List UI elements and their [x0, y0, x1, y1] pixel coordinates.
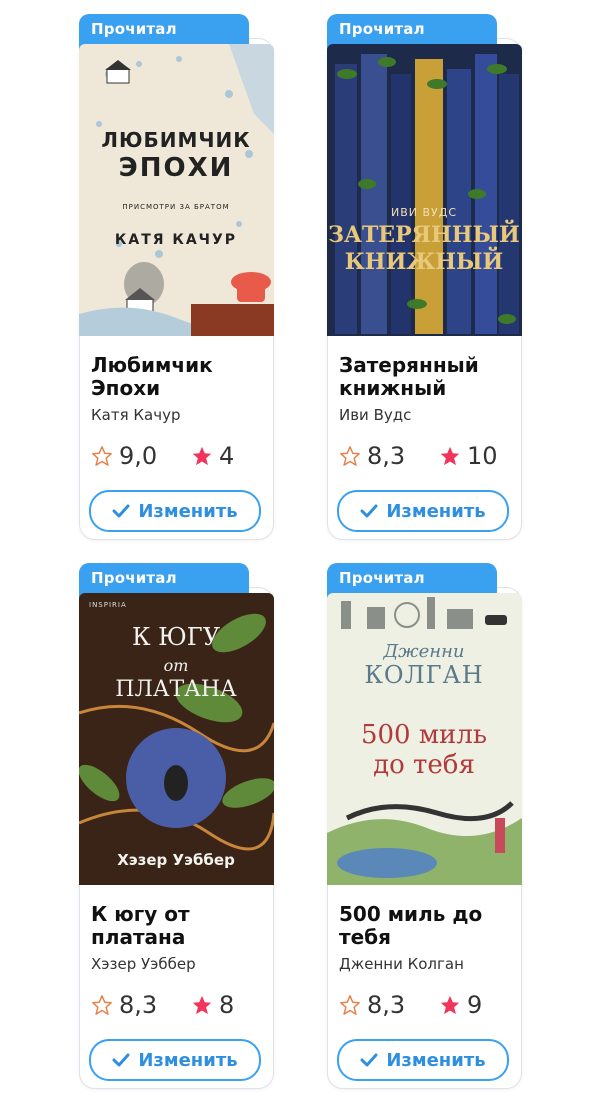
edit-button-label: Изменить — [138, 500, 238, 522]
star-outline-icon — [92, 995, 112, 1015]
rating-value: 8,3 — [367, 442, 406, 470]
cover-author-1: Дженни — [382, 641, 464, 662]
status-label: Прочитал — [91, 20, 177, 38]
edit-button-label: Изменить — [138, 1049, 238, 1071]
book-author: Дженни Колган — [339, 955, 464, 973]
score-value: 9 — [467, 991, 483, 1019]
cover-title-1: ЗАТЕРЯННЫЙ — [328, 219, 520, 248]
book-author: Иви Вудс — [339, 406, 412, 424]
community-rating: 9,0 — [91, 442, 157, 470]
cover-title-1: К ЮГУ — [132, 623, 221, 651]
rating-row: 8,3 9 — [339, 991, 514, 1021]
book-author: Катя Качур — [91, 406, 181, 424]
community-rating: 8,3 — [339, 991, 405, 1019]
star-filled-icon — [440, 446, 460, 466]
cover-title-1: ЛЮБИМЧИК — [101, 128, 250, 152]
cover-title-2: ЭПОХИ — [119, 153, 234, 183]
rating-value: 9,0 — [119, 442, 158, 470]
book-cover[interactable]: ИВИ ВУДС ЗАТЕРЯННЫЙ КНИЖНЫЙ — [327, 44, 522, 336]
book-card[interactable]: Прочитал ЛЮБИМЧИК ЭПОХИ ПРИСМОТРИ ЗА БРА… — [79, 14, 274, 542]
book-title[interactable]: К югу от платана — [91, 903, 266, 949]
cover-subtitle: ПРИСМОТРИ ЗА БРАТОМ — [122, 203, 229, 211]
cover-author-2: КОЛГАН — [364, 661, 483, 689]
cover-title-2: от — [164, 656, 189, 675]
star-outline-icon — [340, 446, 360, 466]
star-filled-icon — [192, 995, 212, 1015]
book-title[interactable]: Любимчик Эпохи — [91, 354, 266, 400]
edit-button[interactable]: Изменить — [89, 490, 261, 532]
cover-publisher: INSPIRIA — [89, 601, 127, 609]
community-rating: 8,3 — [91, 991, 157, 1019]
book-card[interactable]: Прочитал INSPIRIA К ЮГУ от ПЛАТАНА Хэзер… — [79, 563, 274, 1091]
check-icon — [360, 1053, 378, 1067]
user-score[interactable]: 10 — [439, 442, 498, 470]
score-value: 4 — [219, 442, 235, 470]
book-author: Хэзер Уэббер — [91, 955, 196, 973]
cover-title-3: ПЛАТАНА — [115, 677, 237, 702]
book-card[interactable]: Прочитал Дженни КОЛГАН 500 миль до тебя — [327, 563, 522, 1091]
rating-row: 8,3 8 — [91, 991, 266, 1021]
book-grid: Прочитал ЛЮБИМЧИК ЭПОХИ ПРИСМОТРИ ЗА БРА… — [0, 0, 600, 1098]
cover-title-2: до тебя — [373, 750, 475, 780]
edit-button[interactable]: Изменить — [337, 490, 509, 532]
book-cover[interactable]: INSPIRIA К ЮГУ от ПЛАТАНА Хэзер Уэббер — [79, 593, 274, 885]
status-label: Прочитал — [339, 20, 425, 38]
edit-button-label: Изменить — [386, 500, 486, 522]
score-value: 8 — [219, 991, 235, 1019]
user-score[interactable]: 9 — [439, 991, 482, 1019]
book-cover[interactable]: Дженни КОЛГАН 500 миль до тебя — [327, 593, 522, 885]
check-icon — [360, 504, 378, 518]
cover-author: КАТЯ КАЧУР — [115, 232, 237, 248]
cover-author: Хэзер Уэббер — [117, 851, 235, 869]
cover-author: ИВИ ВУДС — [391, 206, 457, 219]
edit-button[interactable]: Изменить — [89, 1039, 261, 1081]
book-title[interactable]: 500 миль до тебя — [339, 903, 514, 949]
cover-title-1: 500 миль — [361, 720, 487, 750]
star-filled-icon — [440, 995, 460, 1015]
check-icon — [112, 1053, 130, 1067]
book-title[interactable]: Затерянный книжный — [339, 354, 514, 400]
rating-row: 9,0 4 — [91, 442, 266, 472]
rating-value: 8,3 — [119, 991, 158, 1019]
cover-title-2: КНИЖНЫЙ — [345, 246, 503, 275]
community-rating: 8,3 — [339, 442, 405, 470]
rating-value: 8,3 — [367, 991, 406, 1019]
check-icon — [112, 504, 130, 518]
rating-row: 8,3 10 — [339, 442, 514, 472]
user-score[interactable]: 8 — [191, 991, 234, 1019]
edit-button-label: Изменить — [386, 1049, 486, 1071]
book-card[interactable]: Прочитал ИВИ ВУДС ЗАТЕРЯННЫЙ КНИЖНЫЙ Зат… — [327, 14, 522, 542]
status-label: Прочитал — [91, 569, 177, 587]
star-outline-icon — [92, 446, 112, 466]
status-label: Прочитал — [339, 569, 425, 587]
star-outline-icon — [340, 995, 360, 1015]
user-score[interactable]: 4 — [191, 442, 234, 470]
edit-button[interactable]: Изменить — [337, 1039, 509, 1081]
book-cover[interactable]: ЛЮБИМЧИК ЭПОХИ ПРИСМОТРИ ЗА БРАТОМ КАТЯ … — [79, 44, 274, 336]
star-filled-icon — [192, 446, 212, 466]
score-value: 10 — [467, 442, 498, 470]
